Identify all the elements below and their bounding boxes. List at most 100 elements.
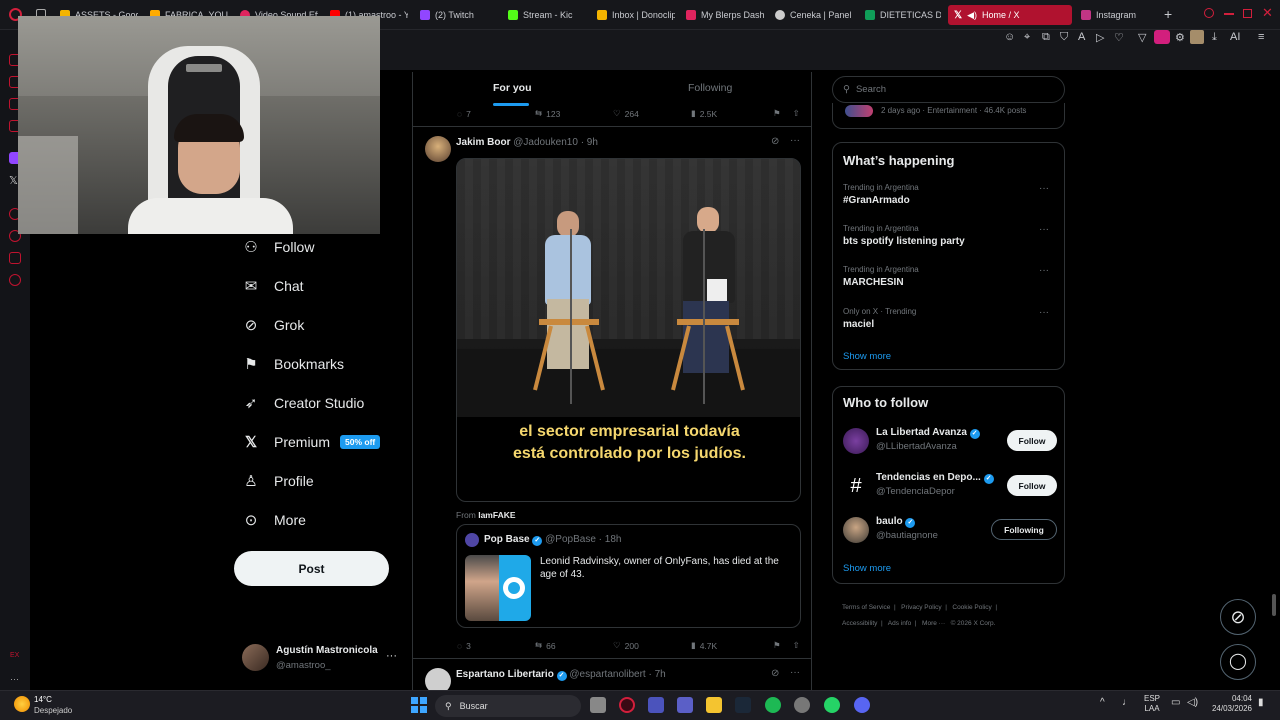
show-more-follow-link[interactable]: Show more [843,563,891,574]
nav-grok[interactable]: ⊘ Grok [242,316,305,334]
discord-icon[interactable] [854,697,870,713]
teams-icon[interactable] [648,697,664,713]
spotify-icon[interactable] [765,697,781,713]
share-icon[interactable]: ⇧ [793,108,800,119]
post-author-name[interactable]: Jakim Boor [456,137,510,148]
trend-item[interactable]: Trending in Argentina #GranArmado ··· [843,183,1057,206]
like-button[interactable]: ♡ 264 [613,108,691,119]
taskbar-search-input[interactable]: ⚲ Buscar [435,695,581,717]
menu-icon[interactable]: ≡ [1258,31,1264,43]
nav-bookmarks[interactable]: ⚑ Bookmarks [242,355,344,373]
new-tab-button[interactable]: + [1164,6,1172,22]
nav-premium[interactable]: 𝕏 Premium 50% off [242,433,381,451]
next-post-handle[interactable]: @espartanolibert [569,669,645,680]
filter-icon[interactable]: ▽ [1138,31,1146,44]
share-icon[interactable]: ⇧ [793,640,800,651]
teams2-icon[interactable] [677,697,693,713]
download-icon[interactable]: ⤓ [1212,31,1217,44]
tab-kick[interactable]: Stream - Kic [508,5,586,25]
reply-button[interactable]: ◌ 3 [457,640,535,651]
topic-card[interactable]: 2 days ago · Entertainment · 46.4K posts [832,103,1065,129]
play-icon[interactable]: ▷ [1096,31,1104,44]
nav-chat[interactable]: ✉ Chat [242,277,304,295]
rail-icon-6[interactable] [9,252,21,264]
file-explorer-icon[interactable] [706,697,722,713]
notification-icon[interactable]: ▮ [1258,697,1264,708]
weather-temp[interactable]: 14°C [34,695,52,704]
minimize-icon[interactable] [1224,13,1234,15]
tab-blerps[interactable]: My Blerps Dash [686,5,764,25]
next-post-avatar[interactable] [425,668,451,690]
post-avatar[interactable] [425,136,451,162]
translate-icon[interactable]: A [1078,31,1085,43]
task-view-icon[interactable] [590,697,606,713]
like-button[interactable]: ♡ 200 [613,640,691,651]
nav-profile[interactable]: ♙ Profile [242,472,313,490]
pin-icon[interactable]: ⌖ [1024,31,1030,44]
bookmark-post-icon[interactable]: ⚑ [773,640,781,651]
show-more-trends-link[interactable]: Show more [843,351,891,362]
whatsapp-icon[interactable] [824,697,840,713]
account-switcher[interactable]: Agustín Mastronicola @amastroo_ ··· [242,644,402,674]
search-tabs-icon[interactable] [1204,8,1214,18]
cookie-link[interactable]: Cookie Policy [952,604,991,611]
post-author-handle[interactable]: @Jadouken10 [513,137,578,148]
follow-suggestion[interactable]: La Libertad Avanza ✓ @LLibertadAvanza Fo… [843,427,1057,459]
tab-dieteticas[interactable]: DIETETICAS DE [865,5,941,25]
repost-button[interactable]: ⇆ 66 [535,640,613,651]
close-window-icon[interactable]: ✕ [1262,5,1273,21]
shield-icon[interactable]: ⛉ [1060,31,1068,44]
views-button[interactable]: ▮ 4.7K [691,640,771,651]
trend-more-icon[interactable]: ··· [1039,224,1049,235]
post-video[interactable]: el sector empresarial todavía está contr… [456,158,801,502]
post-button[interactable]: Post [234,551,389,586]
nav-follow[interactable]: ⚇ Follow [242,238,314,256]
network-icon[interactable]: ▭ [1171,697,1180,708]
grok-post-icon[interactable]: ⊘ [771,668,779,679]
weather-icon[interactable] [14,696,30,712]
maximize-icon[interactable] [1243,9,1252,18]
trend-item[interactable]: Trending in Argentina MARCHESIN ··· [843,265,1057,288]
grok-float-button[interactable]: ⊘ [1220,599,1256,635]
aria-ai-icon[interactable]: AI [1230,31,1240,43]
ads-info-link[interactable]: Ads info [888,620,912,627]
extension-active-icon[interactable] [1154,30,1170,44]
bookmark-post-icon[interactable]: ⚑ [773,108,781,119]
follow-button[interactable]: Follow [1007,430,1057,451]
x-rail-icon[interactable]: 𝕏 [9,174,18,187]
trend-item[interactable]: Only on X · Trending maciel ··· [843,307,1057,330]
heart-icon[interactable]: ♡ [1114,31,1124,44]
language-indicator[interactable]: ESP LAA [1144,694,1160,714]
from-user-link[interactable]: IamFAKE [478,510,515,520]
rail-more-icon[interactable]: ··· [10,674,19,684]
tab-twitch[interactable]: (2) Twitch [420,5,498,25]
tray-chevron-icon[interactable]: ^ [1100,697,1105,708]
post-time[interactable]: · 9h [581,137,598,148]
emoji-icon[interactable]: ☺ [1004,31,1015,43]
privacy-link[interactable]: Privacy Policy [901,604,941,611]
tab-donoclip[interactable]: Inbox | Donoclip [597,5,675,25]
grok-post-icon[interactable]: ⊘ [771,136,779,147]
follow-button[interactable]: Follow [1007,475,1057,496]
post-more-icon[interactable]: ··· [790,135,800,146]
opera-taskbar-icon[interactable] [619,697,635,713]
search-input[interactable]: ⚲ Search [832,76,1065,103]
microphone-icon[interactable]: ♩ [1122,697,1132,708]
puzzle-icon[interactable]: ⚙ [1175,31,1185,44]
screenshot-icon[interactable]: ⧉ [1042,31,1050,44]
tab-for-you[interactable]: For you [493,82,532,94]
chat-float-button[interactable]: ◯ [1220,644,1256,680]
follow-suggestion[interactable]: baulo ✓ @bautiagnone Following [843,516,1057,548]
terms-link[interactable]: Terms of Service [842,604,890,611]
nav-more[interactable]: ⊙ More [242,511,306,529]
views-button[interactable]: ▮ 2.5K [691,108,771,119]
volume-icon[interactable]: ◁) [1187,697,1198,708]
steam-icon[interactable] [735,697,751,713]
tab-home-x[interactable]: 𝕏 ◀) Home / X [948,5,1072,25]
repost-button[interactable]: ⇆ 123 [535,108,613,119]
more-link[interactable]: More ··· [922,620,945,627]
accessibility-link[interactable]: Accessibility [842,620,877,627]
app-icon[interactable] [794,697,810,713]
follow-suggestion[interactable]: # Tendencias en Depo... ✓ @TendenciaDepo… [843,472,1057,504]
trend-more-icon[interactable]: ··· [1039,265,1049,276]
